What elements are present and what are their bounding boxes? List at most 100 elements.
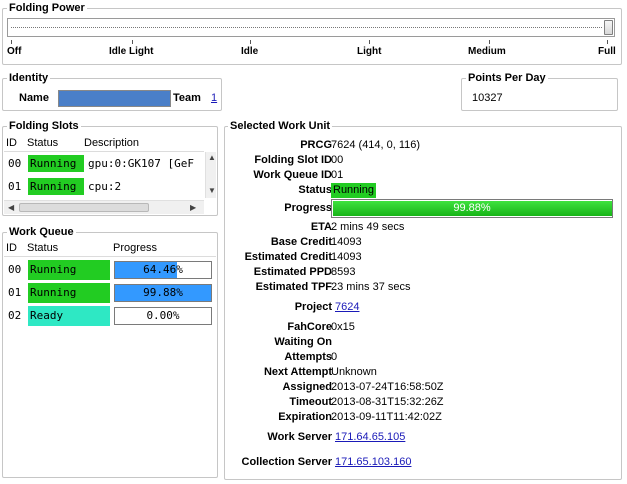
table-row[interactable]: 02 Ready 0.00% bbox=[4, 305, 216, 327]
identity-title: Identity bbox=[7, 71, 51, 85]
scroll-down-icon[interactable]: ▼ bbox=[208, 186, 216, 196]
slot-description: cpu:2 bbox=[88, 180, 122, 193]
slider-tick-medium bbox=[489, 40, 490, 44]
work-server-label: Work Server bbox=[267, 431, 332, 443]
work-queue-id-label: Work Queue ID bbox=[253, 169, 332, 181]
slot-description: gpu:0:GK107 [GeF bbox=[88, 157, 194, 170]
team-link[interactable]: 1 bbox=[211, 92, 217, 104]
progress-bar: 64.46% bbox=[114, 261, 212, 279]
slider-tick-idle bbox=[250, 40, 251, 44]
estimated-tpf-value: 23 mins 37 secs bbox=[331, 281, 411, 293]
ppd-title: Points Per Day bbox=[466, 71, 548, 85]
scroll-left-icon[interactable]: ◀ bbox=[8, 203, 14, 213]
progress-text: 64.46% bbox=[143, 263, 183, 276]
estimated-ppd-value: 8593 bbox=[331, 266, 356, 278]
timeout-label: Timeout bbox=[289, 396, 332, 408]
slider-tick-idle-light bbox=[132, 40, 133, 44]
slot-id: 00 bbox=[8, 157, 22, 170]
name-field[interactable] bbox=[58, 90, 171, 107]
eta-value: 2 mins 49 secs bbox=[331, 221, 405, 233]
status-label: Status bbox=[298, 184, 332, 196]
slots-col-status[interactable]: Status bbox=[27, 137, 58, 149]
table-row[interactable]: 00 Running 64.46% bbox=[4, 259, 216, 281]
collection-server-label: Collection Server bbox=[241, 456, 332, 468]
prcg-label: PRCG bbox=[300, 139, 332, 151]
slots-horizontal-scrollbar[interactable]: ◀ ▶ bbox=[4, 200, 204, 214]
slider-track-dots bbox=[11, 27, 602, 28]
team-label: Team bbox=[173, 92, 201, 104]
folding-slots-group: Folding Slots ID Status Description 00 R… bbox=[2, 119, 218, 216]
progress-text: 99.88% bbox=[453, 202, 491, 214]
work-queue-title: Work Queue bbox=[7, 225, 76, 239]
table-row[interactable]: 01 Running cpu:2 bbox=[4, 177, 204, 197]
collection-server-link[interactable]: 171.65.103.160 bbox=[335, 456, 411, 468]
progress-bar: 0.00% bbox=[114, 307, 212, 325]
identity-group: Identity Name Team 1 bbox=[2, 71, 222, 111]
prcg-value: 7624 (414, 0, 116) bbox=[331, 139, 421, 151]
estimated-tpf-label: Estimated TPF bbox=[255, 281, 332, 293]
next-attempt-value: Unknown bbox=[331, 366, 377, 378]
fahcore-label: FahCore bbox=[287, 321, 332, 333]
slider-label-full[interactable]: Full bbox=[598, 46, 616, 57]
assigned-label: Assigned bbox=[282, 381, 332, 393]
work-server-link[interactable]: 171.64.65.105 bbox=[335, 431, 405, 443]
status-badge: Running bbox=[28, 260, 110, 280]
slots-header-divider bbox=[4, 151, 204, 152]
progress-bar: 99.88% bbox=[331, 199, 613, 218]
estimated-credit-label: Estimated Credit bbox=[244, 251, 332, 263]
ppd-value: 10327 bbox=[472, 92, 503, 104]
slots-vertical-scrollbar[interactable]: ▲ ▼ bbox=[205, 152, 216, 198]
progress-label: Progress bbox=[284, 202, 332, 214]
slider-label-off[interactable]: Off bbox=[7, 46, 21, 57]
attempts-label: Attempts bbox=[284, 351, 332, 363]
folding-slot-id-label: Folding Slot ID bbox=[254, 154, 332, 166]
status-badge: Running bbox=[28, 283, 110, 303]
eta-label: ETA bbox=[310, 221, 332, 233]
queue-id: 02 bbox=[8, 309, 22, 322]
slider-label-medium[interactable]: Medium bbox=[468, 46, 506, 57]
ppd-group: Points Per Day 10327 bbox=[461, 71, 618, 111]
expiration-value: 2013-09-11T11:42:02Z bbox=[331, 411, 442, 423]
timeout-value: 2013-08-31T15:32:26Z bbox=[331, 396, 444, 408]
work-queue-id-value: 01 bbox=[331, 169, 344, 181]
progress-bar: 99.88% bbox=[114, 284, 212, 302]
queue-col-progress[interactable]: Progress bbox=[113, 242, 157, 254]
slider-label-idle[interactable]: Idle bbox=[241, 46, 258, 57]
scroll-thumb[interactable] bbox=[19, 203, 149, 212]
base-credit-label: Base Credit bbox=[270, 236, 332, 248]
queue-col-id[interactable]: ID bbox=[6, 242, 17, 254]
scroll-right-icon[interactable]: ▶ bbox=[190, 203, 196, 213]
progress-text: 0.00% bbox=[146, 309, 180, 322]
table-row[interactable]: 00 Running gpu:0:GK107 [GeF bbox=[4, 154, 204, 174]
folding-slots-title: Folding Slots bbox=[7, 119, 81, 133]
status-badge: Ready bbox=[28, 306, 110, 326]
project-link[interactable]: 7624 bbox=[335, 301, 359, 313]
status-badge: Running bbox=[28, 155, 84, 172]
slot-id: 01 bbox=[8, 180, 22, 193]
estimated-ppd-label: Estimated PPD bbox=[253, 266, 332, 278]
queue-header-divider bbox=[4, 256, 216, 257]
folding-power-slider[interactable] bbox=[7, 18, 615, 37]
assigned-value: 2013-07-24T16:58:50Z bbox=[331, 381, 444, 393]
scroll-up-icon[interactable]: ▲ bbox=[208, 153, 216, 163]
slider-label-light[interactable]: Light bbox=[357, 46, 381, 57]
slider-thumb[interactable] bbox=[604, 20, 613, 35]
slider-label-idle-light[interactable]: Idle Light bbox=[109, 46, 153, 57]
expiration-label: Expiration bbox=[278, 411, 332, 423]
slots-col-id[interactable]: ID bbox=[6, 137, 17, 149]
next-attempt-label: Next Attempt bbox=[263, 366, 332, 378]
slots-col-description[interactable]: Description bbox=[84, 137, 139, 149]
attempts-value: 0 bbox=[331, 351, 338, 363]
name-label: Name bbox=[19, 92, 49, 104]
queue-id: 01 bbox=[8, 286, 22, 299]
queue-col-status[interactable]: Status bbox=[27, 242, 58, 254]
work-queue-group: Work Queue ID Status Progress 00 Running… bbox=[2, 225, 218, 478]
slider-tick-full bbox=[607, 40, 608, 44]
base-credit-value: 14093 bbox=[331, 236, 362, 248]
progress-text: 99.88% bbox=[143, 286, 183, 299]
folding-power-group: Folding Power Off Idle Light Idle Light … bbox=[2, 1, 622, 65]
estimated-credit-value: 14093 bbox=[331, 251, 362, 263]
folding-power-title: Folding Power bbox=[7, 1, 87, 15]
table-row[interactable]: 01 Running 99.88% bbox=[4, 282, 216, 304]
folding-slot-id-value: 00 bbox=[331, 154, 344, 166]
